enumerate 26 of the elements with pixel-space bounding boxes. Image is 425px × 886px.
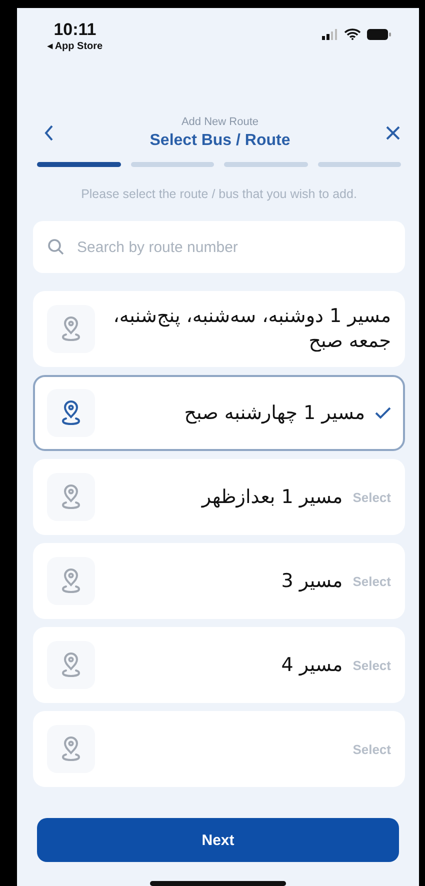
checkmark-icon xyxy=(375,407,391,419)
location-pin-icon xyxy=(59,736,83,762)
wifi-icon xyxy=(344,28,361,40)
location-pin-icon xyxy=(59,652,83,678)
location-pin-icon xyxy=(59,484,83,510)
battery-icon xyxy=(367,28,391,40)
signal-icon xyxy=(322,28,338,40)
instruction-text: Please select the route / bus that you wish to add. xyxy=(80,187,358,201)
route-name: مسیر 1 بعدازظهر xyxy=(200,484,343,510)
route-card[interactable]: مسیر 1 چهارشنبه صبح xyxy=(33,375,405,451)
next-button[interactable]: Next xyxy=(37,818,399,862)
header-subtitle: Add New Route xyxy=(181,116,259,128)
back-to-app-link[interactable]: ◂ App Store xyxy=(47,40,103,52)
chevron-left-icon xyxy=(43,124,55,142)
status-time: 10:11 xyxy=(54,20,96,40)
route-name: مسیر 3 xyxy=(280,568,343,594)
route-name: مسیر 1 چهارشنبه صبح xyxy=(183,400,365,426)
route-name: مسیر 4 xyxy=(280,652,343,678)
route-name: مسیر 1 دوشنبه، سه‌شنبه، پنج‌شنبه، جمعه صبح xyxy=(112,304,391,354)
search-field[interactable]: Search by route number xyxy=(33,221,405,273)
location-pin-icon xyxy=(59,400,83,426)
close-icon xyxy=(384,125,401,141)
route-card[interactable]: مسیر 1 دوشنبه، سه‌شنبه، پنج‌شنبه، جمعه صبح xyxy=(33,291,405,367)
location-pin-icon xyxy=(59,316,83,342)
location-pin-icon xyxy=(59,568,83,594)
header-title: Select Bus / Route xyxy=(150,132,290,150)
